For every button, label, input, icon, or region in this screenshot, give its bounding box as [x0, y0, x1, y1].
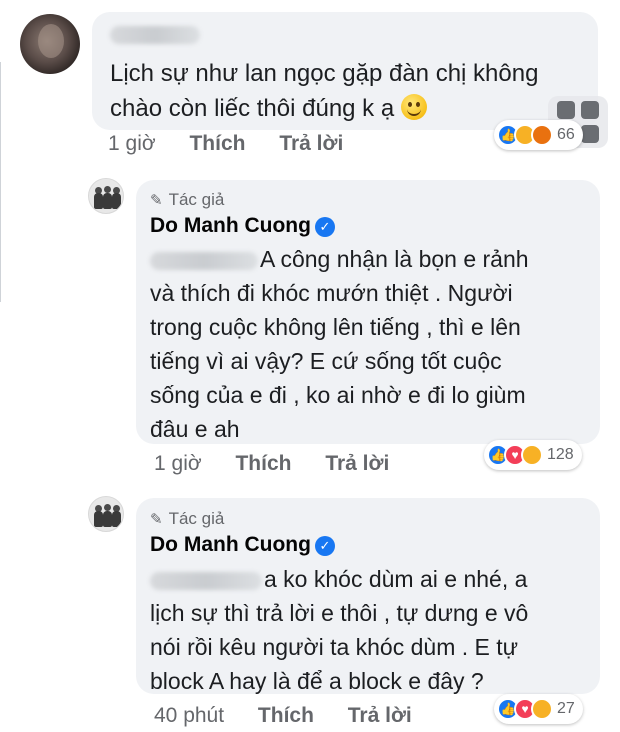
reaction-count: 27	[557, 700, 575, 717]
pencil-icon: ✎	[150, 511, 163, 528]
haha-reaction-icon	[531, 698, 553, 720]
like-button[interactable]: Thích	[235, 452, 291, 475]
comment-actions: 1 giờ Thích Trả lời	[108, 132, 371, 156]
reply-button[interactable]: Trả lời	[348, 704, 412, 727]
reply-time[interactable]: 1 giờ	[154, 452, 202, 475]
reply-actions: 1 giờ Thích Trả lời	[154, 452, 417, 476]
reply-text: a ko khóc dùm ai e nhé, a lịch sự thì tr…	[150, 566, 529, 694]
mentioned-name-blurred[interactable]	[150, 251, 258, 270]
angry-reaction-icon	[531, 124, 553, 146]
mentioned-name-blurred[interactable]	[150, 571, 262, 590]
reply-text: A công nhận là bọn e rảnh và thích đi kh…	[150, 246, 529, 442]
author-name[interactable]: Do Manh Cuong ✓	[150, 214, 335, 238]
comment-text: Lịch sự như lan ngọc gặp đàn chị không c…	[110, 56, 580, 126]
reaction-summary[interactable]: 👍 ♥ 128	[484, 440, 582, 470]
haha-reaction-icon	[521, 444, 543, 466]
like-button[interactable]: Thích	[189, 132, 245, 155]
like-button[interactable]: Thích	[258, 704, 314, 727]
reply-actions: 40 phút Thích Trả lời	[154, 704, 440, 728]
reply-button[interactable]: Trả lời	[325, 452, 389, 475]
reaction-count: 128	[547, 446, 574, 463]
verified-badge-icon: ✓	[314, 217, 335, 237]
author-name[interactable]: Do Manh Cuong ✓	[150, 533, 335, 557]
verified-badge-icon: ✓	[314, 536, 335, 556]
author-avatar[interactable]	[88, 496, 124, 532]
author-tag: ✎ Tác giả	[150, 190, 225, 209]
commenter-avatar[interactable]	[20, 14, 80, 74]
comment-line: chào còn liếc thôi đúng k ạ	[110, 95, 395, 122]
reaction-summary[interactable]: 👍 66	[494, 120, 583, 150]
thread-line	[0, 62, 3, 302]
smile-emoji-icon	[400, 94, 427, 120]
reply-time[interactable]: 40 phút	[154, 704, 224, 727]
author-avatar[interactable]	[88, 178, 124, 214]
reaction-count: 66	[557, 126, 575, 143]
reaction-summary[interactable]: 👍 ♥ 27	[494, 694, 583, 724]
reply-button[interactable]: Trả lời	[279, 132, 343, 155]
comment-line: Lịch sự như lan ngọc gặp đàn chị không	[110, 60, 539, 87]
commenter-name-blurred[interactable]	[110, 26, 200, 44]
comment-time[interactable]: 1 giờ	[108, 132, 156, 155]
pencil-icon: ✎	[150, 192, 163, 209]
author-tag: ✎ Tác giả	[150, 509, 225, 528]
